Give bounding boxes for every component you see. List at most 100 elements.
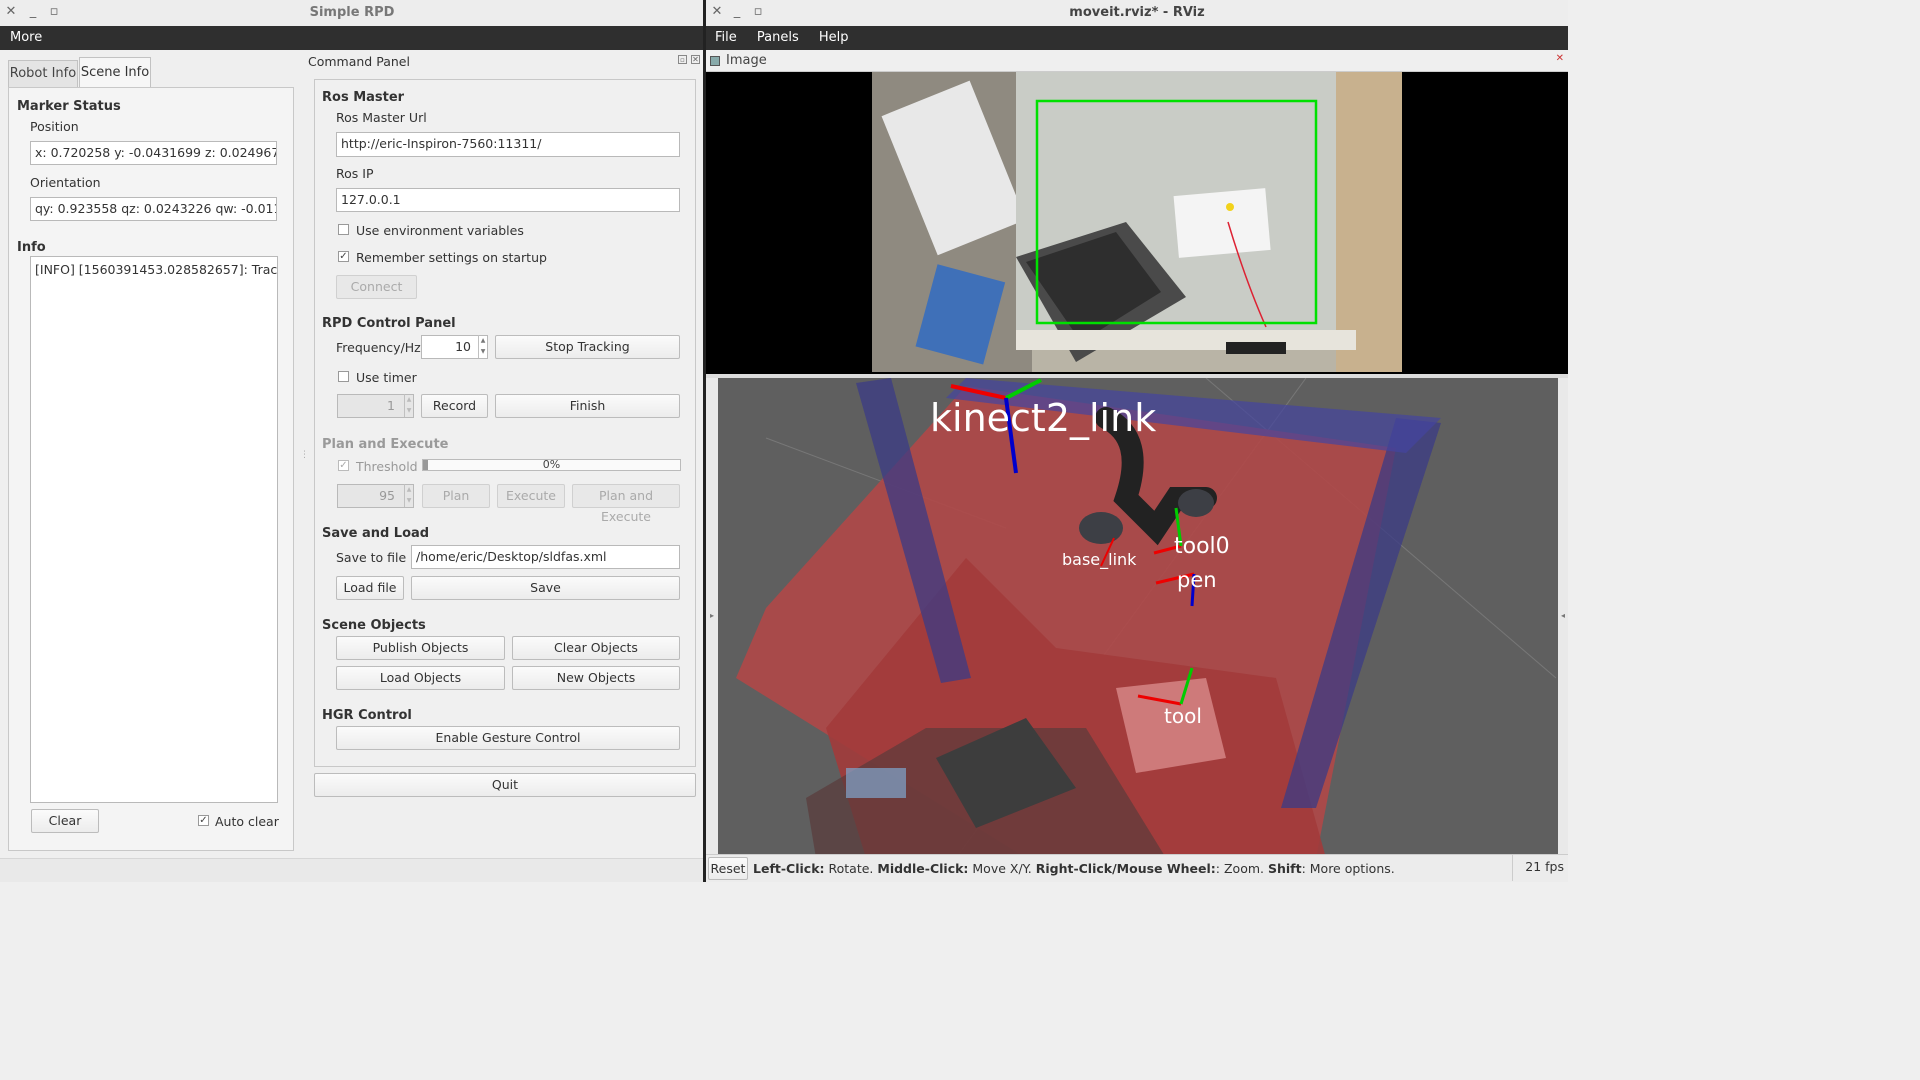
threshold-checkbox[interactable]: ✓ [338,460,349,471]
3d-scene [736,378,1557,858]
help-middle-click-action: Move X/Y. [968,861,1036,876]
ros-master-url-field[interactable]: http://eric-Inspiron-7560:11311/ [336,132,680,157]
image-panel-header: Image ✕ [706,50,1568,72]
frequency-spin-arrows-icon[interactable]: ▲ ▼ [478,335,487,358]
hgr-control-heading: HGR Control [322,708,412,723]
connect-button[interactable]: Connect [336,275,417,299]
rviz-window-title: moveit.rviz* - RViz [1069,5,1205,20]
use-timer-checkbox[interactable] [338,371,349,382]
mouse-help-text: Left-Click: Rotate. Middle-Click: Move X… [753,861,1395,876]
help-right-click-action: : Zoom. [1215,861,1268,876]
minimize-icon[interactable]: _ [24,0,42,26]
menu-panels[interactable]: Panels [757,30,799,45]
rviz-3d-viewport[interactable]: kinect2_link tool0 base_link pen tool ▸ … [706,374,1568,858]
timer-spin-arrows-icon[interactable]: ▲ ▼ [404,394,413,417]
use-env-label: Use environment variables [356,223,524,238]
scene-objects-heading: Scene Objects [322,618,426,633]
stop-tracking-button[interactable]: Stop Tracking [495,335,680,359]
reset-view-button[interactable]: Reset [708,857,748,880]
splitter-handle[interactable]: ⋮ [300,450,309,460]
help-left-click-action: Rotate. [824,861,878,876]
auto-clear-checkbox[interactable]: ✓ [198,815,209,826]
help-left-click: Left-Click: [753,861,825,876]
clear-objects-button[interactable]: Clear Objects [512,636,680,660]
auto-clear-label: Auto clear [215,814,279,829]
remember-settings-checkbox[interactable]: ✓ [338,251,349,262]
frequency-label: Frequency/Hz [336,340,421,355]
load-objects-button[interactable]: Load Objects [336,666,505,690]
rviz-menubar: File Panels Help [706,26,1568,50]
rviz-statusbar: Reset Left-Click: Rotate. Middle-Click: … [706,854,1568,882]
rviz-close-icon[interactable]: ✕ [708,0,726,26]
label-tool: tool [1164,704,1202,728]
log-line: [INFO] [1560391453.028582657]: Tracking … [35,262,278,277]
image-panel-icon [710,56,720,66]
help-middle-click: Middle-Click: [877,861,969,876]
use-env-checkbox[interactable] [338,224,349,235]
left-menubar: More [0,26,704,50]
image-panel-close-icon[interactable]: ✕ [1556,53,1564,64]
position-field[interactable]: x: 0.720258 y: -0.0431699 z: 0.0249677 [30,141,277,165]
plan-execute-heading: Plan and Execute [322,437,449,452]
label-pen: pen [1177,568,1217,592]
load-file-button[interactable]: Load file [336,576,404,600]
ros-ip-label: Ros IP [336,166,374,181]
orientation-label: Orientation [30,175,101,190]
info-heading: Info [17,240,46,255]
menu-more[interactable]: More [10,30,42,45]
progress-text: 0% [542,458,561,471]
remember-settings-label: Remember settings on startup [356,250,547,265]
info-log[interactable]: [INFO] [1560391453.028582657]: Tracking … [30,256,278,803]
collapse-left-icon[interactable]: ▸ [706,378,718,854]
threshold-progress-bar: 0% [422,459,681,471]
collapse-right-icon[interactable]: ◂ [1558,378,1568,854]
camera-image-view[interactable] [706,72,1568,374]
close-icon[interactable]: ✕ [2,0,20,26]
threshold-spin-arrows-icon[interactable]: ▲ ▼ [404,484,413,507]
threshold-spinbox[interactable]: 95 [337,484,414,508]
rviz-maximize-icon[interactable]: ▫ [749,0,767,26]
ros-master-heading: Ros Master [322,90,405,105]
left-statusbar [0,858,704,882]
menu-file[interactable]: File [715,30,737,45]
maximize-icon[interactable]: ▫ [45,0,63,26]
rviz-titlebar: ✕ _ ▫ moveit.rviz* - RViz [706,0,1568,26]
help-right-click: Right-Click/Mouse Wheel: [1035,861,1216,876]
help-shift: Shift [1267,861,1302,876]
clear-log-button[interactable]: Clear [31,809,99,833]
orientation-field[interactable]: qy: 0.923558 qz: 0.0243226 qw: -0.011963… [30,197,277,221]
tab-scene-info[interactable]: Scene Info [79,57,151,88]
menu-help[interactable]: Help [819,30,849,45]
record-button[interactable]: Record [421,394,488,418]
label-tool0: tool0 [1174,534,1230,559]
position-label: Position [30,119,79,134]
timer-spinbox[interactable]: 1 [337,394,414,418]
finish-button[interactable]: Finish [495,394,680,418]
save-path-field[interactable]: /home/eric/Desktop/sldfas.xml [411,545,680,569]
rviz-minimize-icon[interactable]: _ [728,0,746,26]
tab-robot-info[interactable]: Robot Info [8,60,78,87]
ros-ip-field[interactable]: 127.0.0.1 [336,188,680,212]
ros-master-url-label: Ros Master Url [336,110,427,125]
left-titlebar: ✕ _ ▫ Simple RPD [0,0,704,26]
plan-and-execute-button[interactable]: Plan and Execute [572,484,680,524]
rpd-control-heading: RPD Control Panel [322,316,456,331]
command-panel [314,79,696,767]
close-panel-icon[interactable]: ✕ [691,55,700,64]
save-to-file-label: Save to file [336,550,407,565]
use-timer-label: Use timer [356,370,417,385]
save-button[interactable]: Save [411,576,680,600]
threshold-label: Threshold [356,459,418,474]
marker-status-heading: Marker Status [17,99,121,114]
image-panel-title: Image [726,53,767,68]
left-window-title: Simple RPD [309,5,395,20]
publish-objects-button[interactable]: Publish Objects [336,636,505,660]
float-panel-icon[interactable]: ▫ [678,55,687,64]
fps-counter: 21 fps [1512,855,1564,881]
quit-button[interactable]: Quit [314,773,696,797]
execute-button[interactable]: Execute [497,484,565,508]
enable-gesture-control-button[interactable]: Enable Gesture Control [336,726,680,750]
save-load-heading: Save and Load [322,526,430,541]
plan-button[interactable]: Plan [422,484,490,508]
new-objects-button[interactable]: New Objects [512,666,680,690]
